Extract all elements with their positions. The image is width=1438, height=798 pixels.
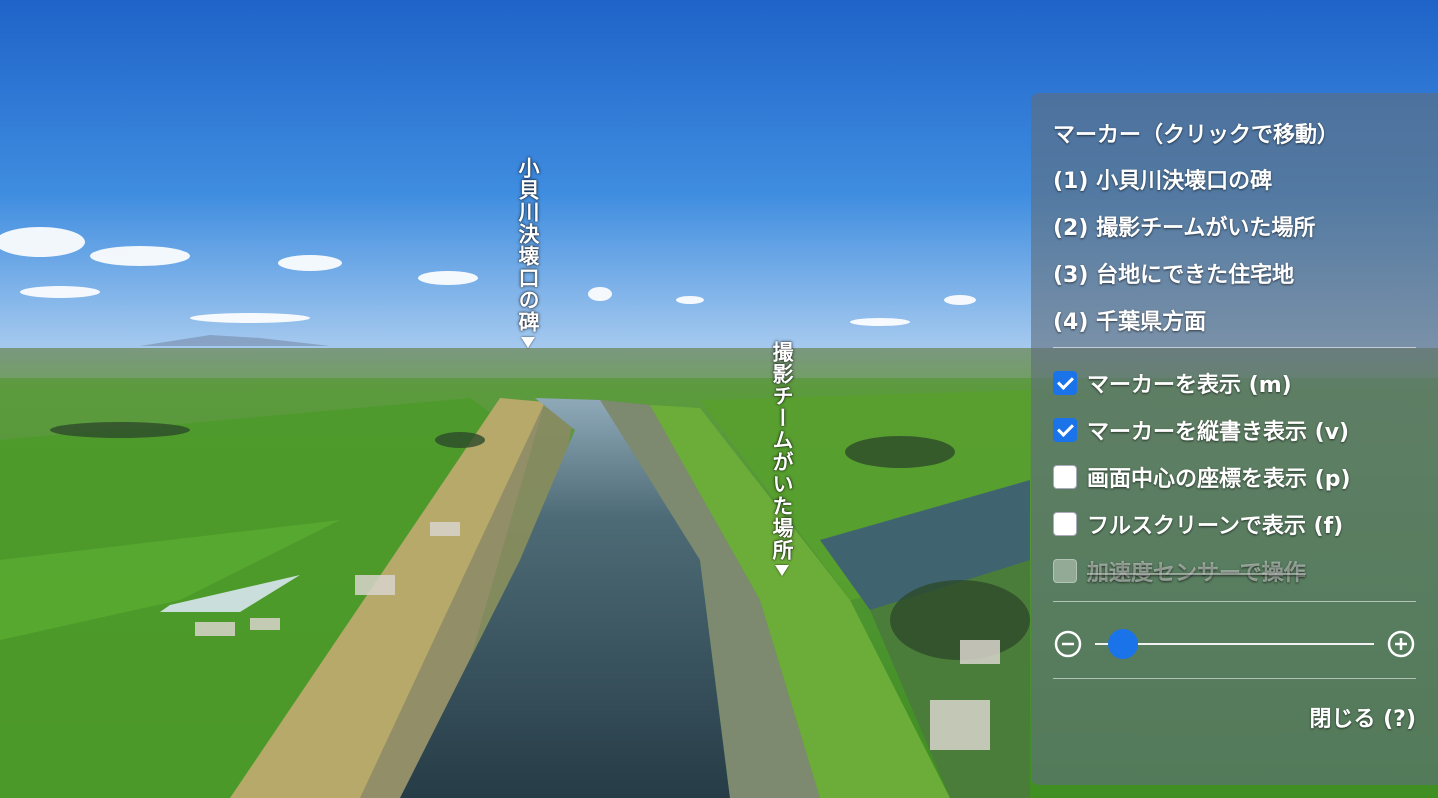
zoom-out-icon[interactable] xyxy=(1053,629,1083,659)
option-show-center-coords[interactable]: 画面中心の座標を表示 (p) xyxy=(1053,464,1416,492)
view-marker-label: 撮影チームがいた場所 xyxy=(770,341,794,561)
help-panel: マーカー（クリックで移動） (1) 小貝川決壊口の碑 (2) 撮影チームがいた場… xyxy=(1031,93,1438,785)
option-vertical-markers[interactable]: マーカーを縦書き表示 (v) xyxy=(1053,417,1416,445)
checkbox[interactable] xyxy=(1053,371,1077,395)
marker-link-1[interactable]: (1) 小貝川決壊口の碑 xyxy=(1053,163,1416,194)
marker-link-4[interactable]: (4) 千葉県方面 xyxy=(1053,304,1416,335)
panel-title: マーカー（クリックで移動） xyxy=(1053,123,1340,148)
marker-link-2[interactable]: (2) 撮影チームがいた場所 xyxy=(1053,210,1416,241)
zoom-in-icon[interactable] xyxy=(1386,629,1416,659)
divider xyxy=(1053,601,1416,602)
option-label: マーカーを表示 (m) xyxy=(1087,373,1292,398)
zoom-slider-thumb[interactable] xyxy=(1107,629,1138,659)
option-label: マーカーを縦書き表示 (v) xyxy=(1087,420,1350,445)
checkbox[interactable] xyxy=(1053,512,1077,536)
marker-link-3[interactable]: (3) 台地にできた住宅地 xyxy=(1053,257,1416,288)
view-marker-monument[interactable]: 小貝川決壊口の碑 xyxy=(516,157,540,348)
zoom-control xyxy=(1053,624,1416,664)
divider xyxy=(1053,347,1416,348)
zoom-slider[interactable] xyxy=(1095,629,1374,659)
divider xyxy=(1053,678,1416,679)
option-label: 加速度センサーで操作 xyxy=(1087,561,1306,586)
close-row: 閉じる (?) xyxy=(1053,701,1416,733)
view-marker-film-crew[interactable]: 撮影チームがいた場所 xyxy=(770,341,794,576)
panorama-viewer[interactable]: 小貝川決壊口の碑 撮影チームがいた場所 マーカー（クリックで移動） (1) 小貝… xyxy=(0,0,1438,798)
marker-arrow-icon xyxy=(774,565,789,576)
option-accelerometer: 加速度センサーで操作 xyxy=(1053,558,1416,586)
option-show-markers[interactable]: マーカーを表示 (m) xyxy=(1053,370,1416,398)
option-fullscreen[interactable]: フルスクリーンで表示 (f) xyxy=(1053,511,1416,539)
close-button[interactable]: 閉じる (?) xyxy=(1309,707,1416,732)
checkbox xyxy=(1053,559,1077,583)
option-label: 画面中心の座標を表示 (p) xyxy=(1087,467,1351,492)
checkbox[interactable] xyxy=(1053,418,1077,442)
option-label: フルスクリーンで表示 (f) xyxy=(1087,514,1344,539)
view-marker-label: 小貝川決壊口の碑 xyxy=(516,157,540,333)
checkbox[interactable] xyxy=(1053,465,1077,489)
marker-arrow-icon xyxy=(520,337,535,348)
